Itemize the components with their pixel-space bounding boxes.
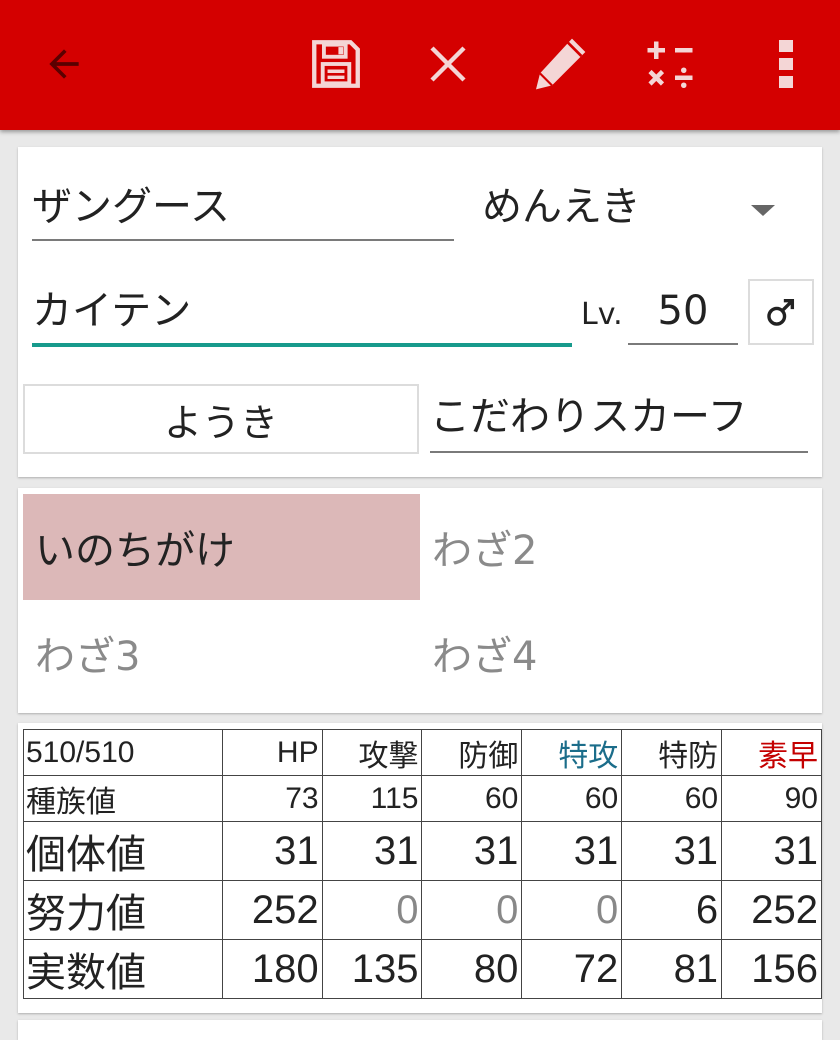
stat-sp-attack: 72 [521,939,623,999]
level-label: Lv. [581,297,623,332]
level-input[interactable]: 50 [628,287,738,335]
ev-defense[interactable]: 0 [421,880,523,940]
nature-label: ようき [163,400,278,445]
base-sp-defense: 60 [621,775,723,822]
header-speed: 素早 [721,729,822,776]
move-label: わざ2 [432,528,538,574]
moves-card: いのちがけ わざ2 わざ3 わざ4 [18,488,822,713]
base-stats-row: 種族値 73 115 60 60 60 90 [23,775,822,822]
species-input[interactable]: ザングース [32,183,452,231]
move-label: わざ4 [432,634,538,680]
stats-header-row: 510/510 HP 攻撃 防御 特攻 特防 素早 [23,729,822,776]
ev-sp-defense[interactable]: 6 [621,880,723,940]
row-label: 努力値 [23,880,223,940]
stat-sp-defense: 81 [621,939,723,999]
save-button[interactable] [300,28,372,100]
calculator-icon [647,41,693,88]
item-underline [430,451,808,453]
ev-total: 510/510 [23,729,223,776]
ev-sp-attack[interactable]: 0 [521,880,623,940]
stat-attack: 135 [321,939,423,999]
header-defense: 防御 [421,729,523,776]
header-sp-defense: 特防 [621,729,723,776]
calculator-button[interactable] [634,28,706,100]
actual-stats-row: 実数値 180 135 80 72 81 156 [23,939,822,999]
nickname-underline-focused [32,343,572,347]
base-attack: 115 [321,775,423,822]
row-label: 種族値 [23,775,223,822]
ev-speed[interactable]: 252 [721,880,822,940]
header-sp-attack: 特攻 [521,729,623,776]
back-button[interactable] [28,28,100,100]
dropdown-arrow-icon[interactable] [751,205,775,216]
ev-hp[interactable]: 252 [221,880,323,940]
base-hp: 73 [221,775,323,822]
pencil-icon [536,38,586,90]
male-icon [767,298,795,326]
nickname-input[interactable]: カイテン [32,287,552,335]
move-label: わざ3 [35,634,141,680]
ev-row: 努力値 252 0 0 0 6 252 [23,880,822,940]
stat-defense: 80 [421,939,523,999]
move-slot-4[interactable]: わざ4 [420,600,817,706]
level-underline [628,343,738,345]
ability-dropdown[interactable]: めんえき [482,183,722,231]
iv-sp-attack[interactable]: 31 [521,821,623,881]
header-attack: 攻撃 [321,729,423,776]
iv-row: 個体値 31 31 31 31 31 31 [23,821,822,881]
iv-sp-defense[interactable]: 31 [621,821,723,881]
nature-button[interactable]: ようき [23,384,419,454]
ev-attack[interactable]: 0 [321,880,423,940]
move-slot-2[interactable]: わざ2 [420,494,817,600]
species-underline [32,239,454,241]
next-card-edge [18,1020,822,1040]
iv-speed[interactable]: 31 [721,821,822,881]
stat-speed: 156 [721,939,822,999]
pokemon-info-card: ザングース めんえき カイテン Lv. 50 ようき こだわりスカーフ [18,147,822,477]
iv-defense[interactable]: 31 [421,821,523,881]
row-label: 個体値 [23,821,223,881]
close-button[interactable] [412,28,484,100]
more-button[interactable] [750,28,822,100]
arrow-left-icon [49,49,79,79]
base-speed: 90 [721,775,822,822]
stat-hp: 180 [221,939,323,999]
header-hp: HP [221,729,323,776]
edit-button[interactable] [524,28,596,100]
save-icon [312,40,360,88]
more-vert-icon [779,40,793,88]
close-icon [430,46,466,82]
stats-table: 510/510 HP 攻撃 防御 特攻 特防 素早 種族値 73 115 60 … [23,729,822,999]
row-label: 実数値 [23,939,223,999]
app-bar [0,0,840,130]
base-defense: 60 [421,775,523,822]
move-slot-3[interactable]: わざ3 [23,600,420,706]
gender-button[interactable] [748,279,814,345]
move-slot-1[interactable]: いのちがけ [23,494,420,600]
base-sp-attack: 60 [521,775,623,822]
item-input[interactable]: こだわりスカーフ [430,393,810,441]
iv-attack[interactable]: 31 [321,821,423,881]
move-label: いのちがけ [35,528,235,574]
stats-card: 510/510 HP 攻撃 防御 特攻 特防 素早 種族値 73 115 60 … [18,723,822,1013]
iv-hp[interactable]: 31 [221,821,323,881]
